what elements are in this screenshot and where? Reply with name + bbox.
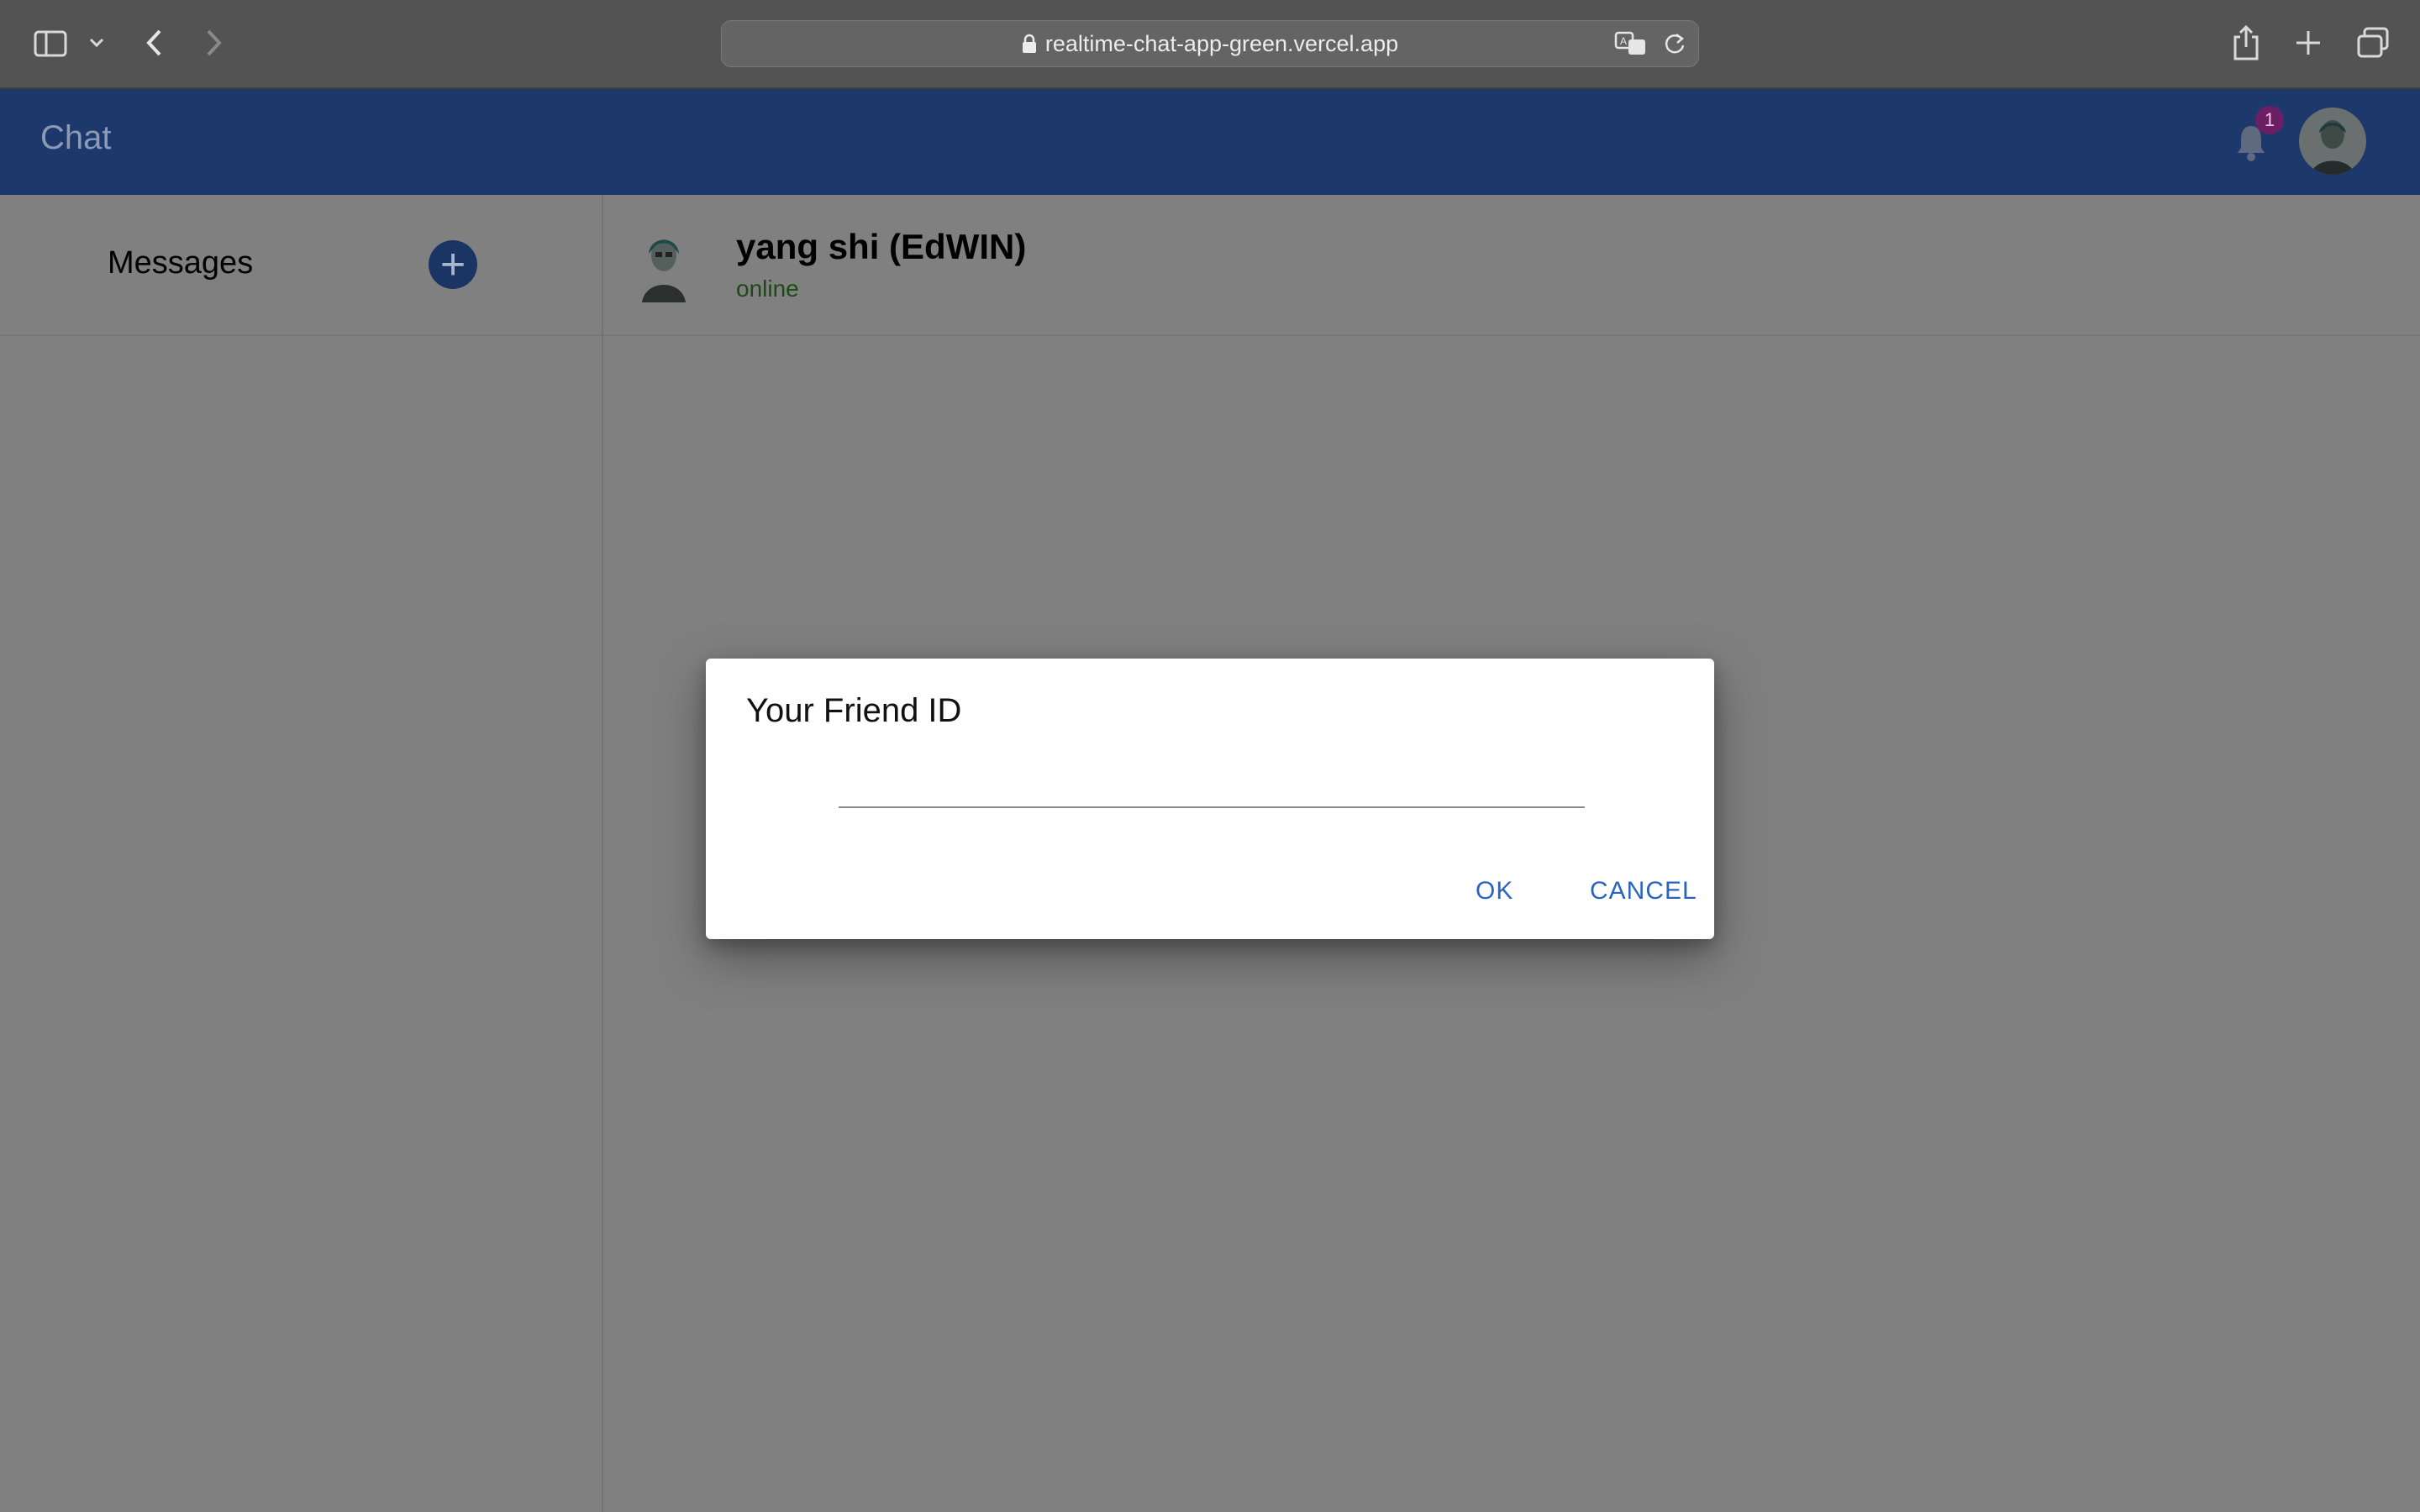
friend-id-input[interactable] — [839, 751, 1585, 808]
browser-toolbar: realtime-chat-app-green.vercel.app A — [0, 0, 2420, 89]
messages-heading: Messages — [108, 245, 254, 281]
app-header: Chat — [0, 89, 2420, 195]
user-avatar[interactable] — [2299, 108, 2366, 175]
forward-icon[interactable] — [205, 29, 224, 57]
sidebar-header: Messages + — [0, 195, 602, 336]
reload-icon[interactable] — [1663, 31, 1686, 56]
new-tab-icon[interactable] — [2294, 29, 2323, 57]
add-icon: + — [439, 240, 466, 289]
tabs-overview-icon[interactable] — [2356, 27, 2390, 59]
add-conversation-button[interactable]: + — [429, 240, 477, 289]
contact-status: online — [736, 276, 799, 302]
back-icon[interactable] — [145, 29, 163, 57]
chat-header: yang shi (EdWIN) online — [603, 195, 2420, 336]
lock-icon — [1022, 34, 1036, 53]
friend-id-dialog: Your Friend ID OK CANCEL — [706, 659, 1714, 939]
chevron-down-icon[interactable] — [89, 37, 104, 49]
notification-badge: 1 — [2255, 106, 2284, 134]
share-icon[interactable] — [2232, 25, 2260, 60]
dialog-title: Your Friend ID — [746, 692, 962, 729]
url-text: realtime-chat-app-green.vercel.app — [1044, 30, 1399, 56]
ok-button[interactable]: OK — [1467, 872, 1522, 911]
conversations-sidebar: Messages + — [0, 195, 603, 1512]
svg-text:A: A — [1620, 35, 1627, 47]
contact-name: yang shi (EdWIN) — [736, 227, 1027, 266]
avatar-portrait — [2299, 108, 2366, 175]
cancel-button[interactable]: CANCEL — [1581, 872, 1706, 911]
translate-icon[interactable]: A — [1614, 31, 1648, 56]
sidebar-toggle-icon[interactable] — [34, 30, 67, 57]
app-title: Chat — [40, 119, 112, 156]
contact-avatar[interactable] — [632, 227, 696, 302]
address-bar[interactable]: realtime-chat-app-green.vercel.app A — [721, 20, 1699, 67]
